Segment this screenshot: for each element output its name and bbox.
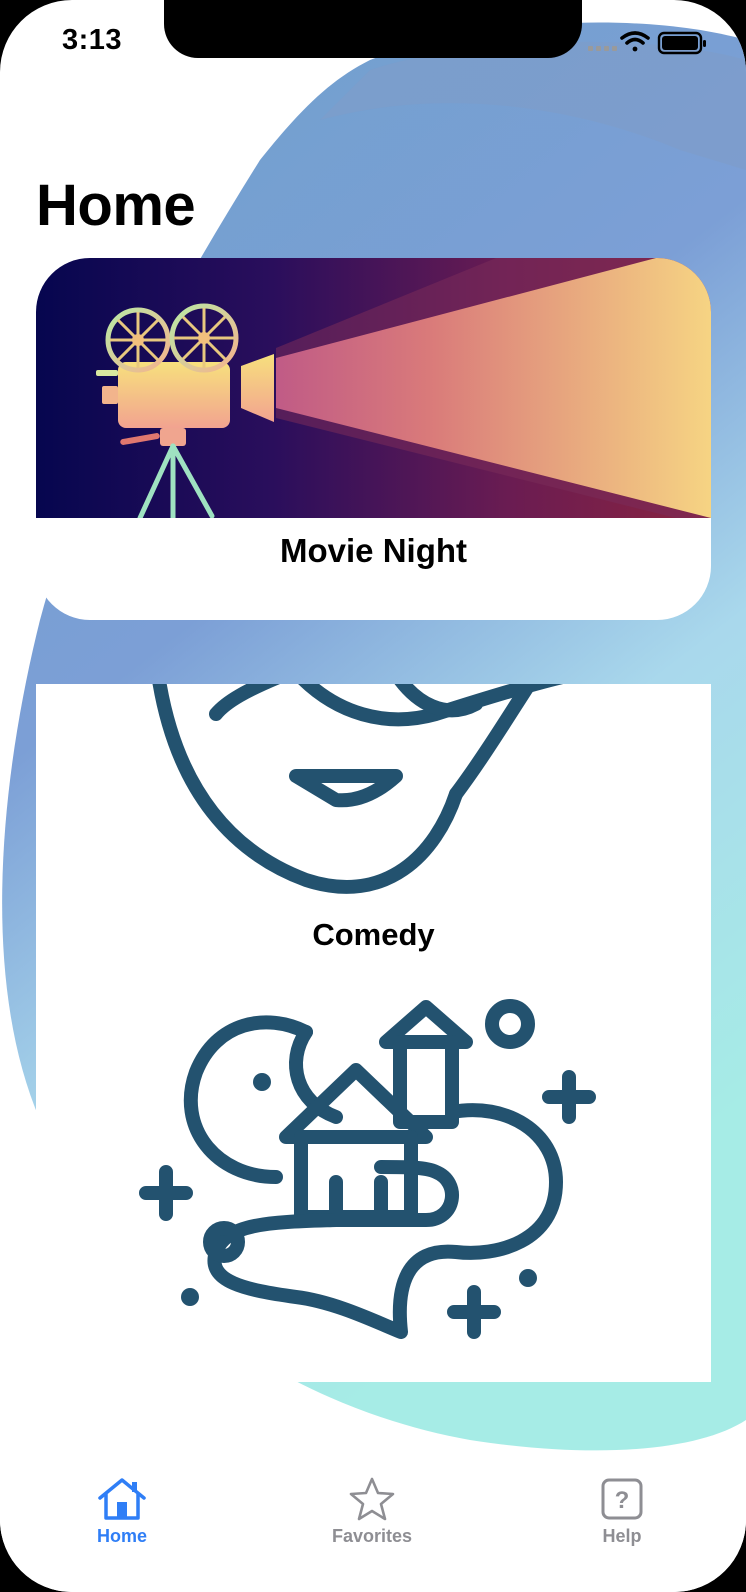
comedy-mask-icon [152, 684, 564, 894]
page-title: Home [36, 173, 196, 238]
question-icon: ? [601, 1478, 643, 1520]
comedy-label: Comedy [312, 917, 435, 952]
tab-help-label: Help [602, 1526, 642, 1546]
star-icon [349, 1477, 395, 1521]
comedy-card[interactable]: Comedy [36, 684, 711, 952]
battery-icon [657, 31, 706, 55]
status-time: 3:13 [62, 24, 123, 56]
film-projector-icon [36, 258, 711, 518]
movie-night-label: Movie Night [280, 532, 467, 569]
tab-favorites[interactable]: Favorites [292, 1458, 452, 1558]
fantasy-card[interactable] [36, 952, 711, 1382]
device-notch [164, 0, 582, 58]
house-icon [98, 1478, 146, 1520]
phone-screen: 3:13 Home Movie Night Comedy Home Favori… [0, 0, 746, 1592]
tab-home-label: Home [96, 1526, 147, 1546]
tab-favorites-label: Favorites [331, 1526, 413, 1546]
svg-text:?: ? [615, 1487, 630, 1514]
cellular-signal-icon [588, 46, 617, 51]
movie-night-card[interactable]: Movie Night [36, 258, 711, 620]
tab-help[interactable]: ? Help [542, 1458, 702, 1558]
tab-home[interactable]: Home [42, 1458, 202, 1558]
wifi-icon [620, 31, 650, 52]
status-icons [588, 31, 706, 55]
tab-bar: Home Favorites ? Help [0, 1458, 746, 1592]
fantasy-castle-icon [139, 999, 596, 1339]
